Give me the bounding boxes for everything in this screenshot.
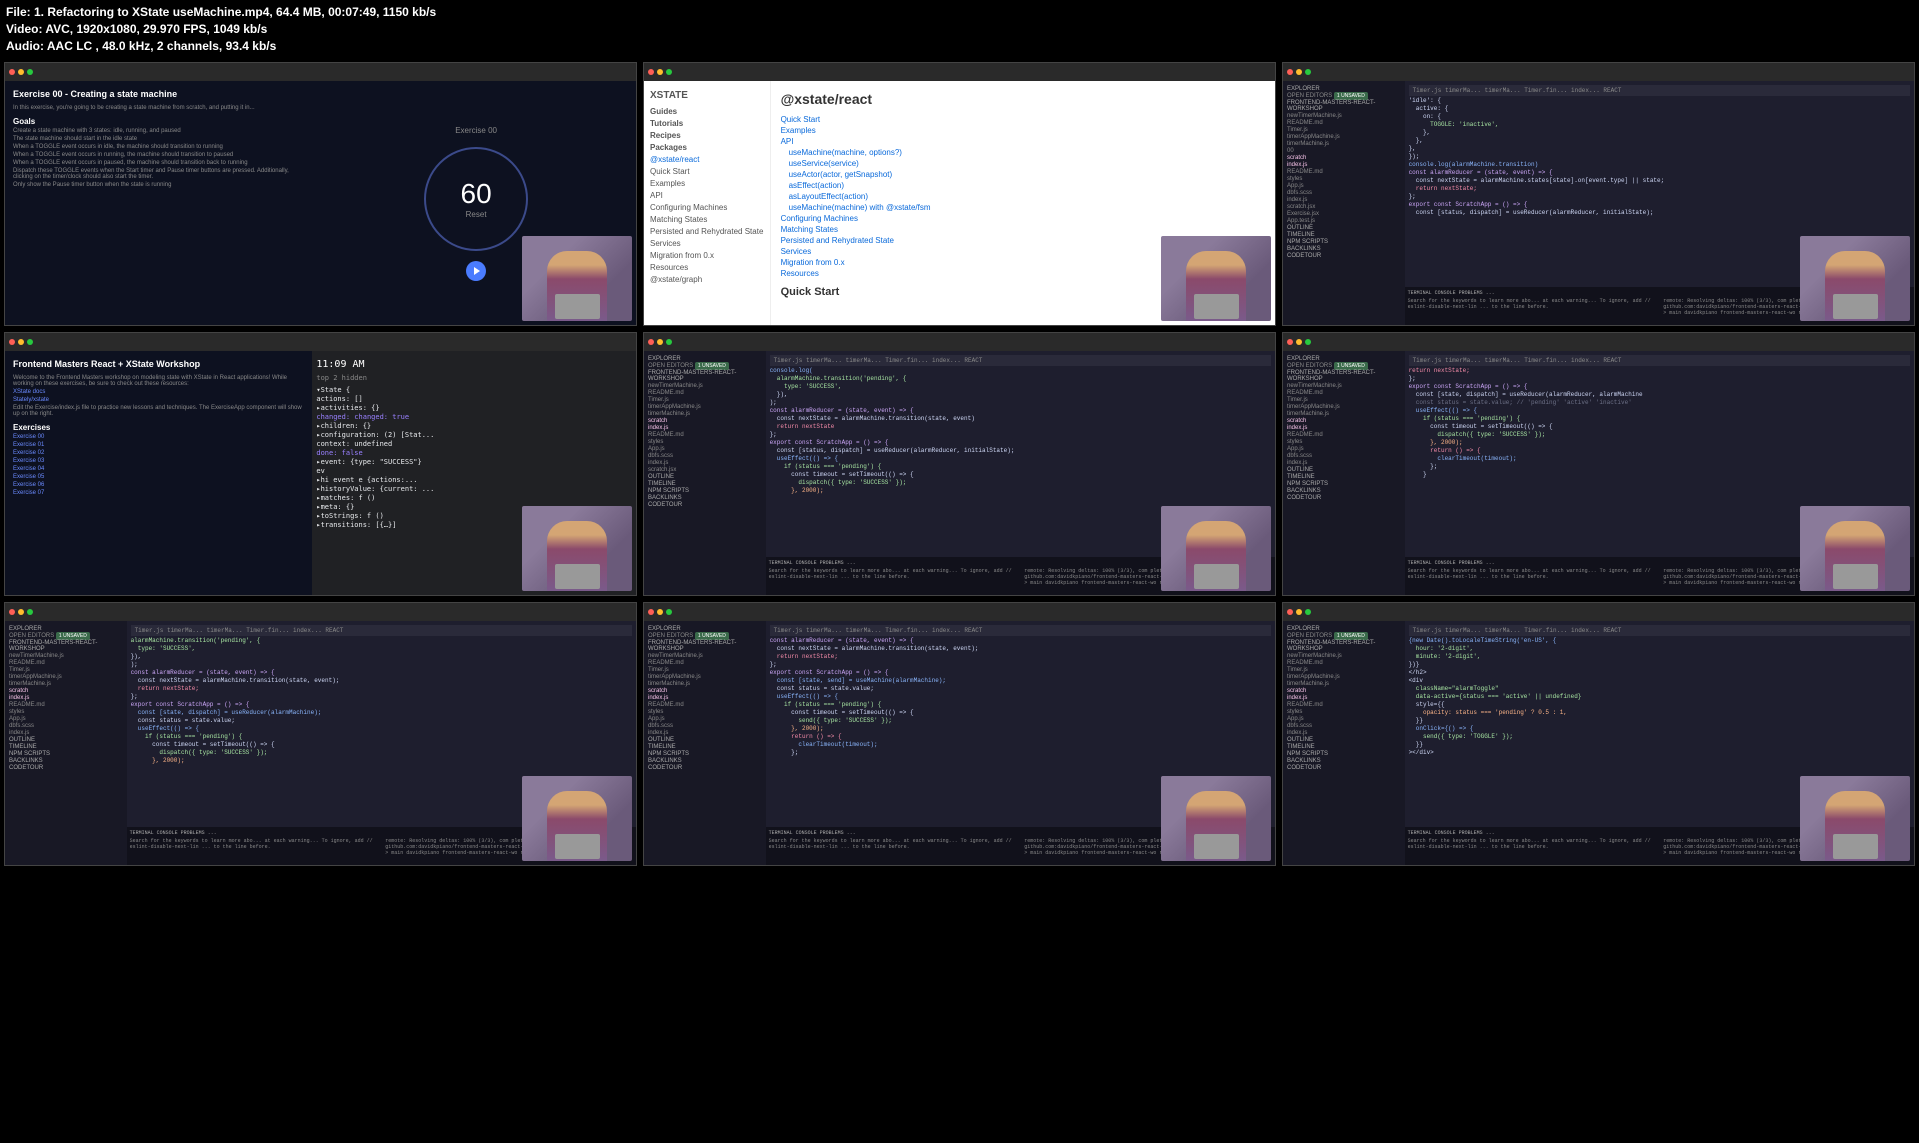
workshop-panel: Frontend Masters React + XState Workshop… — [5, 351, 312, 595]
vscode-explorer: EXPLORER OPEN EDITORS 1 UNSAVED FRONTEND… — [1283, 81, 1405, 326]
thumbnail-5[interactable]: EXPLORER OPEN EDITORS 1 UNSAVED FRONTEND… — [643, 332, 1276, 596]
video-info: Video: AVC, 1920x1080, 29.970 FPS, 1049 … — [6, 21, 1913, 38]
thumbnail-2[interactable]: XSTATE Guides Tutorials Recipes Packages… — [643, 62, 1276, 326]
timer-circle[interactable]: 60 Reset — [424, 147, 528, 251]
vscode-explorer: EXPLORER OPEN EDITORS 1 UNSAVED FRONTEND… — [5, 621, 127, 866]
thumbnail-1[interactable]: Exercise 00 - Creating a state machine I… — [4, 62, 637, 326]
exercise-title: Exercise 00 - Creating a state machine — [13, 89, 308, 99]
vscode-explorer: EXPLORER OPEN EDITORS 1 UNSAVED FRONTEND… — [1283, 351, 1405, 596]
presenter-webcam — [1800, 506, 1910, 591]
thumbnail-grid: Exercise 00 - Creating a state machine I… — [0, 58, 1919, 870]
media-info-header: File: 1. Refactoring to XState useMachin… — [0, 0, 1919, 58]
exercise-panel: Exercise 00 - Creating a state machine I… — [5, 81, 316, 325]
presenter-webcam — [1800, 236, 1910, 321]
presenter-webcam — [522, 776, 632, 861]
thumbnail-6[interactable]: EXPLORER OPEN EDITORS 1 UNSAVED FRONTEND… — [1282, 332, 1915, 596]
presenter-webcam — [522, 506, 632, 591]
vscode-explorer: EXPLORER OPEN EDITORS 1 UNSAVED FRONTEND… — [644, 621, 766, 866]
play-button[interactable] — [466, 261, 486, 281]
presenter-webcam — [1800, 776, 1910, 861]
audio-info: Audio: AAC LC , 48.0 kHz, 2 channels, 93… — [6, 38, 1913, 55]
thumbnail-9[interactable]: EXPLORER OPEN EDITORS 1 UNSAVED FRONTEND… — [1282, 602, 1915, 866]
thumbnail-8[interactable]: EXPLORER OPEN EDITORS 1 UNSAVED FRONTEND… — [643, 602, 1276, 866]
thumbnail-4[interactable]: Frontend Masters React + XState Workshop… — [4, 332, 637, 596]
vscode-explorer: EXPLORER OPEN EDITORS 1 UNSAVED FRONTEND… — [1283, 621, 1405, 866]
thumbnail-3[interactable]: EXPLORER OPEN EDITORS 1 UNSAVED FRONTEND… — [1282, 62, 1915, 326]
vscode-explorer: EXPLORER OPEN EDITORS 1 UNSAVED FRONTEND… — [644, 351, 766, 596]
presenter-webcam — [1161, 236, 1271, 321]
presenter-webcam — [1161, 506, 1271, 591]
file-info: File: 1. Refactoring to XState useMachin… — [6, 4, 1913, 21]
presenter-webcam — [522, 236, 632, 321]
docs-sidebar: XSTATE Guides Tutorials Recipes Packages… — [644, 81, 771, 326]
window-chrome — [5, 63, 636, 81]
presenter-webcam — [1161, 776, 1271, 861]
thumbnail-7[interactable]: EXPLORER OPEN EDITORS 1 UNSAVED FRONTEND… — [4, 602, 637, 866]
